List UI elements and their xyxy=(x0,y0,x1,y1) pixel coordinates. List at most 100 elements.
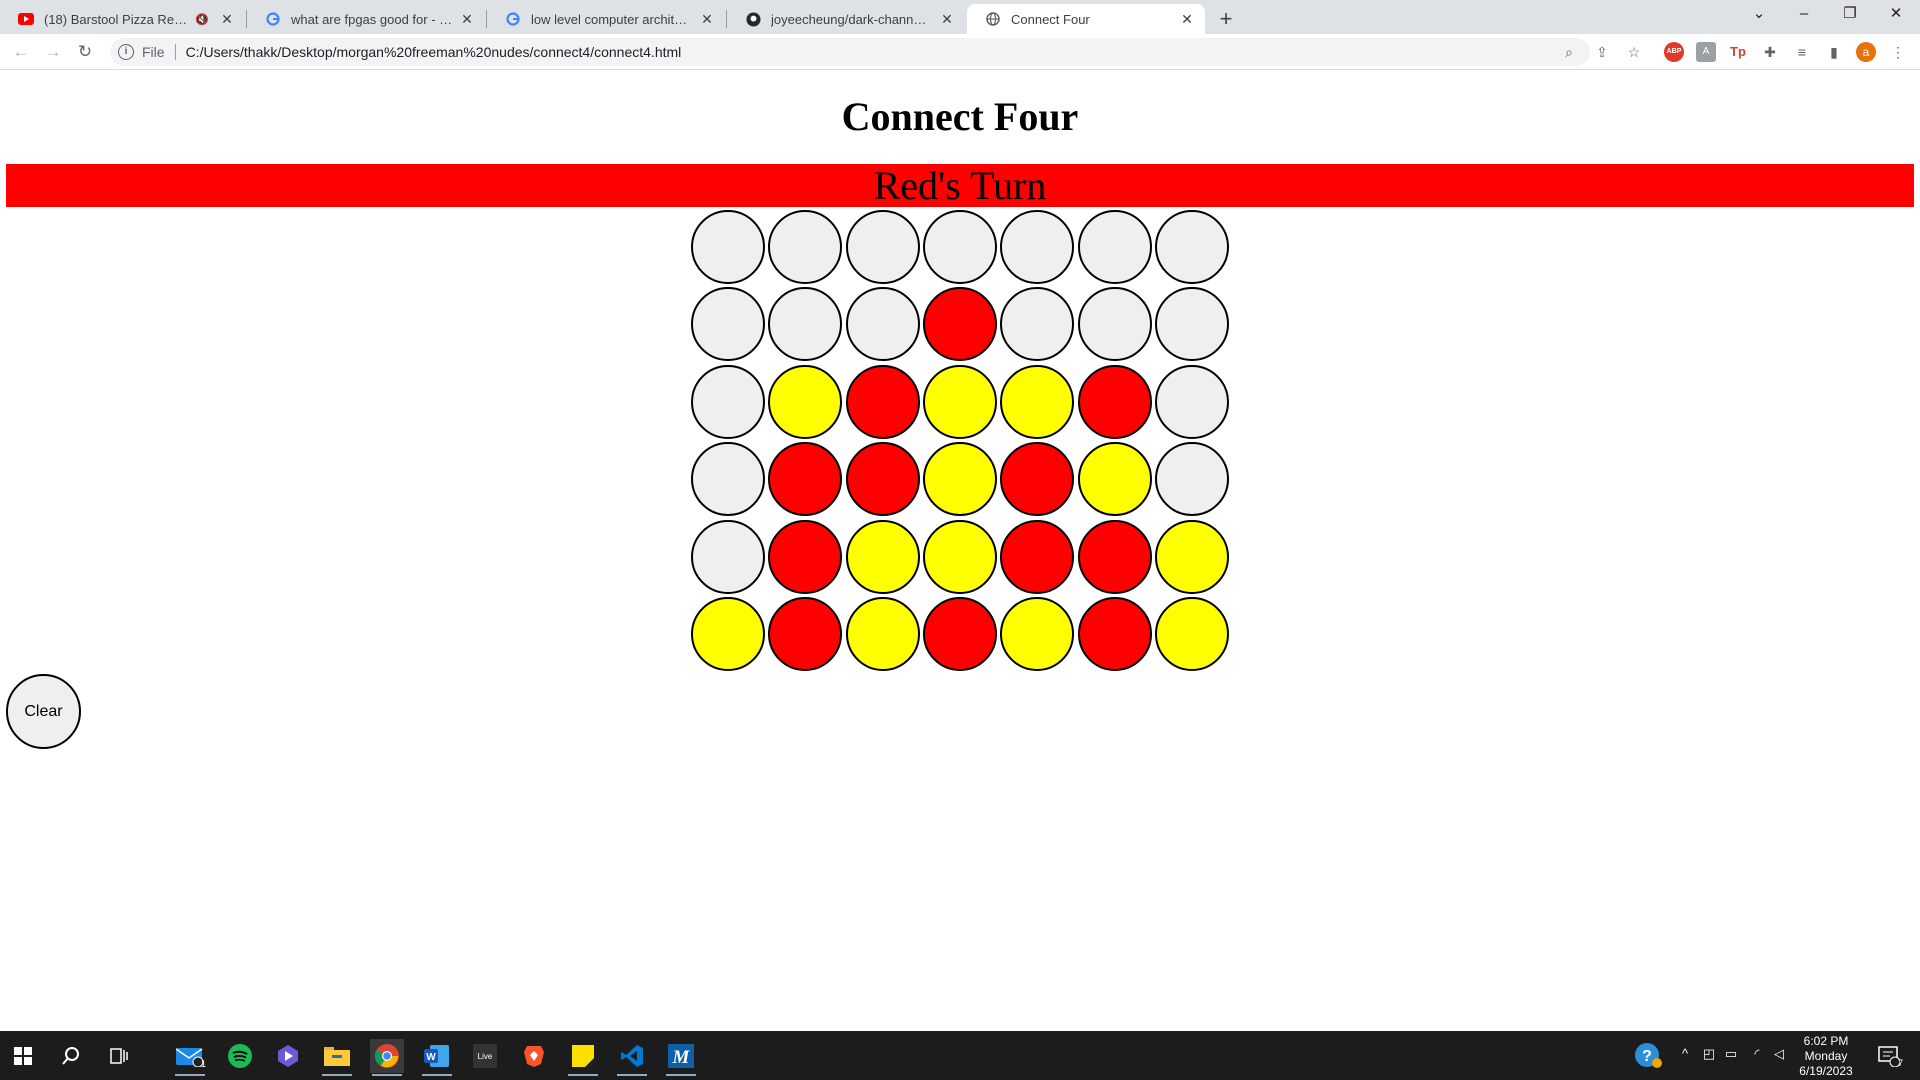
board-cell[interactable] xyxy=(844,441,921,519)
empty-slot[interactable] xyxy=(690,519,765,594)
side-panel-icon[interactable]: ▮ xyxy=(1824,42,1844,62)
close-tab-icon[interactable]: ✕ xyxy=(219,11,235,27)
board-cell[interactable] xyxy=(844,518,921,596)
brave-icon[interactable] xyxy=(517,1039,551,1073)
empty-slot[interactable] xyxy=(690,364,765,439)
board-cell[interactable] xyxy=(921,441,998,519)
address-bar[interactable]: i File C:/Users/thakk/Desktop/morgan%20f… xyxy=(110,38,1590,66)
yellow-disc[interactable] xyxy=(1077,442,1152,517)
red-disc[interactable] xyxy=(768,519,843,594)
show-hidden-icons-chevron[interactable]: ^ xyxy=(1676,1046,1694,1061)
yellow-disc[interactable] xyxy=(845,597,920,672)
yellow-disc[interactable] xyxy=(922,364,997,439)
board-cell[interactable] xyxy=(766,286,843,364)
notification-icon[interactable]: 7 xyxy=(1872,1039,1906,1073)
board-cell[interactable] xyxy=(999,518,1076,596)
red-disc[interactable] xyxy=(1077,364,1152,439)
yellow-disc[interactable] xyxy=(1155,519,1230,594)
close-tab-icon[interactable]: ✕ xyxy=(699,11,715,27)
board-cell[interactable] xyxy=(689,596,766,674)
adblock-icon[interactable]: ABP xyxy=(1664,42,1684,62)
empty-slot[interactable] xyxy=(1077,209,1152,284)
restore-button[interactable]: ❐ xyxy=(1833,0,1867,30)
file-explorer-icon[interactable] xyxy=(320,1039,354,1076)
extension-gray-icon[interactable]: A xyxy=(1696,42,1716,62)
search-icon[interactable] xyxy=(54,1039,88,1073)
board-cell[interactable] xyxy=(766,363,843,441)
speaker-muted-icon[interactable]: 🔇 xyxy=(195,13,209,26)
red-disc[interactable] xyxy=(922,287,997,362)
meet-now-icon[interactable]: ◰ xyxy=(1700,1046,1718,1062)
new-tab-button[interactable]: + xyxy=(1212,6,1240,34)
red-disc[interactable] xyxy=(768,597,843,672)
empty-slot[interactable] xyxy=(922,209,997,284)
clock[interactable]: 6:02 PM Monday 6/19/2023 xyxy=(1786,1034,1866,1079)
empty-slot[interactable] xyxy=(1155,442,1230,517)
close-tab-icon[interactable]: ✕ xyxy=(939,11,955,27)
reload-icon[interactable]: ↻ xyxy=(73,40,97,64)
empty-slot[interactable] xyxy=(690,442,765,517)
board-cell[interactable] xyxy=(1154,596,1231,674)
m-app-icon[interactable]: M xyxy=(664,1039,698,1076)
board-cell[interactable] xyxy=(689,286,766,364)
board-cell[interactable] xyxy=(766,441,843,519)
menu-kebab-icon[interactable]: ⋮ xyxy=(1888,42,1908,62)
wifi-icon[interactable]: ◜ xyxy=(1748,1046,1766,1062)
vscode-icon[interactable] xyxy=(615,1039,649,1076)
bookmark-star-icon[interactable]: ☆ xyxy=(1624,42,1644,62)
live-icon[interactable]: Live xyxy=(468,1039,502,1073)
yellow-disc[interactable] xyxy=(1155,597,1230,672)
board-cell[interactable] xyxy=(844,286,921,364)
board-cell[interactable] xyxy=(1076,596,1153,674)
clear-button[interactable]: Clear xyxy=(6,674,81,749)
board-cell[interactable] xyxy=(844,596,921,674)
yellow-disc[interactable] xyxy=(1000,364,1075,439)
empty-slot[interactable] xyxy=(1155,287,1230,362)
yellow-disc[interactable] xyxy=(922,442,997,517)
red-disc[interactable] xyxy=(845,364,920,439)
tab-connect-four[interactable]: Connect Four ✕ xyxy=(967,4,1205,34)
board-cell[interactable] xyxy=(766,596,843,674)
url-text[interactable]: C:/Users/thakk/Desktop/morgan%20freeman%… xyxy=(186,44,682,60)
profile-avatar[interactable]: a xyxy=(1856,42,1876,62)
board-cell[interactable] xyxy=(921,518,998,596)
board-cell[interactable] xyxy=(1076,286,1153,364)
empty-slot[interactable] xyxy=(690,287,765,362)
board-cell[interactable] xyxy=(689,518,766,596)
empty-slot[interactable] xyxy=(845,287,920,362)
empty-slot[interactable] xyxy=(1077,287,1152,362)
board-cell[interactable] xyxy=(1076,518,1153,596)
board-cell[interactable] xyxy=(1076,208,1153,286)
red-disc[interactable] xyxy=(922,597,997,672)
word-icon[interactable]: W xyxy=(420,1039,454,1076)
red-disc[interactable] xyxy=(845,442,920,517)
mail-icon[interactable]: 1 xyxy=(173,1039,207,1076)
windows-start-icon[interactable] xyxy=(6,1039,40,1073)
site-info-icon[interactable]: i xyxy=(118,44,134,60)
empty-slot[interactable] xyxy=(1000,209,1075,284)
red-disc[interactable] xyxy=(1077,597,1152,672)
sticky-notes-icon[interactable] xyxy=(566,1039,600,1076)
help-icon[interactable]: ? xyxy=(1631,1039,1665,1073)
board-cell[interactable] xyxy=(999,363,1076,441)
board-cell[interactable] xyxy=(1154,286,1231,364)
red-disc[interactable] xyxy=(1077,519,1152,594)
empty-slot[interactable] xyxy=(1155,364,1230,439)
board-cell[interactable] xyxy=(1154,363,1231,441)
board-cell[interactable] xyxy=(1076,363,1153,441)
zoom-icon[interactable]: ⌕ xyxy=(1559,42,1579,62)
empty-slot[interactable] xyxy=(845,209,920,284)
board-cell[interactable] xyxy=(999,286,1076,364)
extension-tp-icon[interactable]: Tp xyxy=(1728,42,1748,62)
forward-arrow-icon[interactable]: → xyxy=(41,40,65,64)
tab-google-architecture[interactable]: low level computer architecture ✕ xyxy=(487,4,725,34)
yellow-disc[interactable] xyxy=(1000,597,1075,672)
yellow-disc[interactable] xyxy=(690,597,765,672)
board-cell[interactable] xyxy=(689,441,766,519)
task-view-icon[interactable] xyxy=(102,1039,136,1073)
board-cell[interactable] xyxy=(844,363,921,441)
red-disc[interactable] xyxy=(768,442,843,517)
board-cell[interactable] xyxy=(689,208,766,286)
close-tab-icon[interactable]: ✕ xyxy=(1179,11,1195,27)
board-cell[interactable] xyxy=(999,208,1076,286)
